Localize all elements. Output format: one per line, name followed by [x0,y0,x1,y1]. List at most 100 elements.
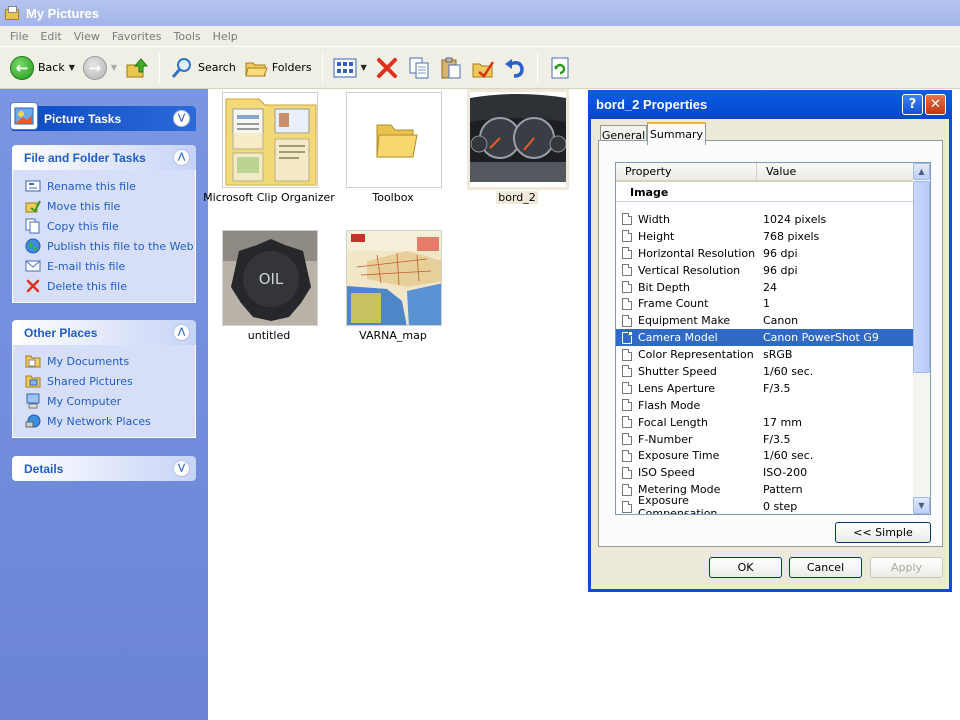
file-folder-tasks-header[interactable]: File and Folder Tasks ⋀ [12,145,196,170]
vertical-scrollbar[interactable]: ▲ ▼ [913,163,930,514]
picture-tasks-header[interactable]: Picture Tasks ⋁ [10,102,196,131]
delete-file-link[interactable]: Delete this file [25,276,195,296]
property-value: 0 step [763,500,798,514]
property-row[interactable]: Exposure Compensation 0 step [616,494,914,514]
property-row[interactable]: F-Number F/3.5 [616,431,914,448]
dialog-titlebar[interactable]: bord_2 Properties ? ✕ [588,90,952,119]
shared-pictures-link[interactable]: Shared Pictures [25,371,195,391]
menu-file[interactable]: File [4,30,34,43]
document-icon [622,416,632,429]
property-row[interactable]: Frame Count 1 [616,295,914,312]
copy-to-button[interactable] [406,55,432,81]
file-label-toolbox[interactable]: Toolbox [323,191,463,204]
property-row[interactable]: Shutter Speed 1/60 sec. [616,363,914,380]
undo-button[interactable] [502,55,528,81]
property-value: 24 [763,280,777,294]
back-dropdown-icon[interactable]: ▼ [69,63,75,72]
file-label-untitled[interactable]: untitled [199,329,339,342]
move-to-button[interactable] [470,55,496,81]
collapse-chevron-icon[interactable]: ⋀ [173,324,190,341]
scrollbar-thumb[interactable] [913,181,930,373]
tab-summary[interactable]: Summary [647,122,706,145]
thumbnail-varna-map[interactable] [346,230,442,326]
property-name: Camera Model [638,331,718,345]
document-icon [622,365,632,378]
expand-chevron-icon[interactable]: ⋁ [173,110,190,127]
back-button[interactable]: ← Back ▼ [6,51,79,85]
my-computer-link[interactable]: My Computer [25,391,195,411]
views-dropdown-icon[interactable]: ▼ [361,63,367,72]
property-row[interactable]: Focal Length 17 mm [616,414,914,431]
paste-button[interactable] [438,55,464,81]
property-row[interactable]: Equipment Make Canon [616,312,914,329]
menu-help[interactable]: Help [207,30,244,43]
property-name: Width [638,212,670,226]
forward-dropdown-icon[interactable]: ▼ [111,63,117,72]
file-label-varna-map[interactable]: VARNA_map [323,329,463,342]
collapse-chevron-icon[interactable]: ⋀ [173,149,190,166]
property-value: 1/60 sec. [763,364,814,378]
document-icon [622,399,632,412]
folders-button[interactable]: Folders [240,51,316,85]
publish-file-link[interactable]: Publish this file to the Web [25,236,195,256]
search-button[interactable]: Search [166,51,240,85]
delete-button[interactable] [374,55,400,81]
views-button[interactable]: ▼ [329,51,371,85]
property-row[interactable]: Bit Depth 24 [616,279,914,296]
network-icon [25,413,41,429]
rename-file-link[interactable]: Rename this file [25,176,195,196]
folders-label: Folders [271,61,312,74]
property-row[interactable]: Color Representation sRGB [616,346,914,363]
thumbnail-untitled[interactable]: OIL [222,230,318,326]
menu-favorites[interactable]: Favorites [106,30,168,43]
thumbnail-clip-organizer[interactable] [222,92,318,188]
property-column-header[interactable]: Property [616,163,757,180]
copy-file-link[interactable]: Copy this file [25,216,195,236]
menu-edit[interactable]: Edit [34,30,67,43]
property-row[interactable]: Lens Aperture F/3.5 [616,380,914,397]
file-label-bord-2[interactable]: bord_2 [447,191,587,204]
property-row[interactable]: ISO Speed ISO-200 [616,464,914,481]
document-icon [622,382,632,395]
up-folder-button[interactable] [124,55,150,81]
close-button[interactable]: ✕ [925,94,946,115]
up-folder-icon [126,57,149,77]
my-network-places-link[interactable]: My Network Places [25,411,195,431]
window-titlebar[interactable]: My Pictures [0,0,960,26]
document-icon [622,449,632,462]
simple-button[interactable]: << Simple [835,522,931,543]
property-name: Color Representation [638,348,754,362]
refresh-button[interactable] [547,55,573,81]
move-file-link[interactable]: Move this file [25,196,195,216]
my-documents-link[interactable]: My Documents [25,351,195,371]
computer-icon [25,393,41,409]
properties-list[interactable]: Property Value Image Width 1024 pixels Hei… [615,162,931,515]
scroll-up-icon[interactable]: ▲ [913,163,930,180]
property-row[interactable]: Width 1024 pixels [616,211,914,228]
property-row[interactable]: Flash Mode [616,397,914,414]
forward-button[interactable]: → ▼ [79,51,121,85]
menu-view[interactable]: View [68,30,106,43]
menu-tools[interactable]: Tools [168,30,207,43]
property-row[interactable]: Vertical Resolution 96 dpi [616,262,914,279]
property-name: Flash Mode [638,398,701,412]
cancel-button[interactable]: Cancel [789,557,862,578]
file-label-clip-organizer[interactable]: Microsoft Clip Organizer [199,191,339,204]
thumbnail-bord-2[interactable] [467,89,569,190]
property-row[interactable]: Exposure Time 1/60 sec. [616,447,914,464]
group-header-image: Image [616,184,914,202]
property-row[interactable]: Camera Model Canon PowerShot G9 [616,329,914,347]
value-column-header[interactable]: Value [757,163,796,180]
scroll-down-icon[interactable]: ▼ [913,497,930,514]
varna-map-image [347,231,441,325]
ok-button[interactable]: OK [709,557,782,578]
property-row[interactable]: Height 768 pixels [616,228,914,245]
expand-chevron-icon[interactable]: ⋁ [173,460,190,477]
help-button[interactable]: ? [902,94,923,115]
property-row[interactable]: Horizontal Resolution 96 dpi [616,245,914,262]
email-file-link[interactable]: E-mail this file [25,256,195,276]
thumbnail-toolbox[interactable] [346,92,442,188]
other-places-header[interactable]: Other Places ⋀ [12,320,196,345]
details-header[interactable]: Details ⋁ [12,456,196,481]
move-icon [25,198,41,214]
